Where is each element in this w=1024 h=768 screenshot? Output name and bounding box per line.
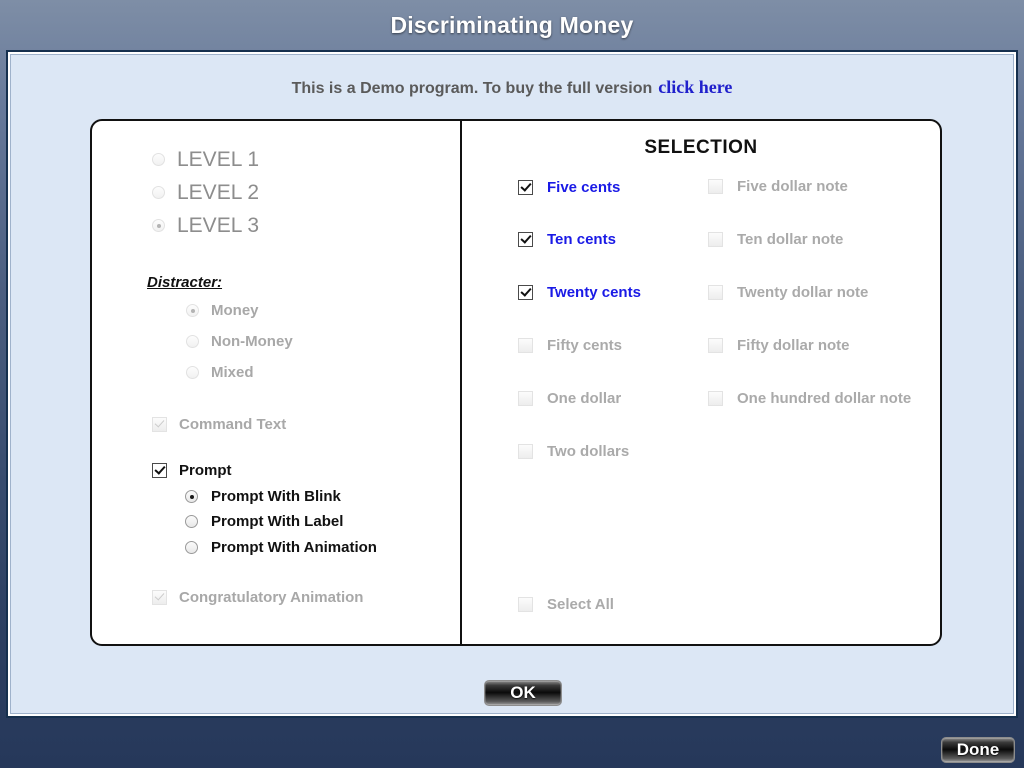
- selection-title: SELECTION: [644, 137, 758, 158]
- congratulatory-animation-checkbox[interactable]: [152, 590, 167, 605]
- panel-right-column: SELECTION Five cents Ten cents Twenty ce…: [462, 121, 940, 644]
- select-all-option[interactable]: Select All: [518, 597, 614, 612]
- demo-banner-text: This is a Demo program. To buy the full …: [291, 80, 653, 97]
- distracter-mixed-radio[interactable]: [186, 366, 199, 379]
- five-cents-option[interactable]: Five cents: [518, 180, 620, 195]
- prompt-checkbox[interactable]: [152, 463, 167, 478]
- distracter-money-option[interactable]: Money: [186, 303, 259, 318]
- distracter-non-money-label: Non-Money: [211, 333, 293, 350]
- buy-full-version-link[interactable]: click here: [658, 77, 732, 97]
- two-dollars-option[interactable]: Two dollars: [518, 444, 629, 459]
- distracter-non-money-radio[interactable]: [186, 335, 199, 348]
- prompt-with-animation-option[interactable]: Prompt With Animation: [185, 540, 377, 555]
- level-2-option[interactable]: LEVEL 2: [152, 182, 259, 203]
- command-text-option[interactable]: Command Text: [152, 417, 286, 432]
- command-text-checkbox[interactable]: [152, 417, 167, 432]
- ten-cents-checkbox[interactable]: [518, 232, 533, 247]
- title-bar: Discriminating Money: [0, 0, 1024, 50]
- command-text-label: Command Text: [179, 416, 287, 433]
- distracter-money-radio[interactable]: [186, 304, 199, 317]
- congratulatory-animation-label: Congratulatory Animation: [179, 589, 364, 606]
- five-cents-checkbox[interactable]: [518, 180, 533, 195]
- distracter-mixed-option[interactable]: Mixed: [186, 365, 254, 380]
- select-all-label: Select All: [547, 596, 614, 613]
- twenty-cents-label: Twenty cents: [547, 284, 641, 301]
- one-hundred-dollar-note-label: One hundred dollar note: [737, 390, 912, 407]
- prompt-with-blink-option[interactable]: Prompt With Blink: [185, 489, 341, 504]
- five-dollar-note-option[interactable]: Five dollar note: [708, 179, 848, 194]
- panel-left-column: LEVEL 1 LEVEL 2 LEVEL 3 Distracter: Mone…: [92, 121, 462, 644]
- two-dollars-label: Two dollars: [547, 443, 630, 460]
- five-cents-label: Five cents: [547, 179, 621, 196]
- prompt-with-label-label: Prompt With Label: [211, 513, 344, 530]
- level-3-label: LEVEL 3: [177, 214, 260, 237]
- twenty-dollar-note-option[interactable]: Twenty dollar note: [708, 285, 868, 300]
- prompt-with-label-radio[interactable]: [185, 515, 198, 528]
- application-window: Discriminating Money This is a Demo prog…: [0, 0, 1024, 768]
- five-dollar-note-checkbox[interactable]: [708, 179, 723, 194]
- prompt-option[interactable]: Prompt: [152, 463, 232, 478]
- one-dollar-label: One dollar: [547, 390, 622, 407]
- prompt-with-label-option[interactable]: Prompt With Label: [185, 514, 343, 529]
- ten-dollar-note-checkbox[interactable]: [708, 232, 723, 247]
- ten-cents-label: Ten cents: [547, 231, 616, 248]
- fifty-cents-label: Fifty cents: [547, 337, 623, 354]
- twenty-cents-option[interactable]: Twenty cents: [518, 285, 641, 300]
- level-3-radio[interactable]: [152, 219, 165, 232]
- distracter-heading: Distracter:: [147, 274, 223, 291]
- fifty-cents-checkbox[interactable]: [518, 338, 533, 353]
- two-dollars-checkbox[interactable]: [518, 444, 533, 459]
- distracter-mixed-label: Mixed: [211, 364, 254, 381]
- level-2-label: LEVEL 2: [177, 181, 260, 204]
- level-1-label: LEVEL 1: [177, 148, 260, 171]
- content-area: This is a Demo program. To buy the full …: [10, 54, 1014, 714]
- prompt-label: Prompt: [179, 462, 232, 479]
- demo-banner: This is a Demo program. To buy the full …: [11, 77, 1013, 98]
- fifty-dollar-note-option[interactable]: Fifty dollar note: [708, 338, 850, 353]
- one-hundred-dollar-note-option[interactable]: One hundred dollar note: [708, 391, 911, 406]
- one-hundred-dollar-note-checkbox[interactable]: [708, 391, 723, 406]
- fifty-dollar-note-label: Fifty dollar note: [737, 337, 850, 354]
- distracter-money-label: Money: [211, 302, 259, 319]
- twenty-dollar-note-label: Twenty dollar note: [737, 284, 869, 301]
- ten-cents-option[interactable]: Ten cents: [518, 232, 616, 247]
- prompt-with-blink-label: Prompt With Blink: [211, 488, 341, 505]
- done-button[interactable]: Done: [941, 737, 1015, 763]
- twenty-dollar-note-checkbox[interactable]: [708, 285, 723, 300]
- distracter-non-money-option[interactable]: Non-Money: [186, 334, 293, 349]
- prompt-with-blink-radio[interactable]: [185, 490, 198, 503]
- twenty-cents-checkbox[interactable]: [518, 285, 533, 300]
- level-3-option[interactable]: LEVEL 3: [152, 215, 259, 236]
- congratulatory-animation-option[interactable]: Congratulatory Animation: [152, 590, 363, 605]
- content-frame: This is a Demo program. To buy the full …: [6, 50, 1018, 718]
- prompt-with-animation-label: Prompt With Animation: [211, 539, 377, 556]
- level-1-option[interactable]: LEVEL 1: [152, 149, 259, 170]
- ten-dollar-note-label: Ten dollar note: [737, 231, 844, 248]
- window-title: Discriminating Money: [390, 11, 634, 38]
- fifty-cents-option[interactable]: Fifty cents: [518, 338, 622, 353]
- fifty-dollar-note-checkbox[interactable]: [708, 338, 723, 353]
- select-all-checkbox[interactable]: [518, 597, 533, 612]
- level-2-radio[interactable]: [152, 186, 165, 199]
- ten-dollar-note-option[interactable]: Ten dollar note: [708, 232, 843, 247]
- ok-button[interactable]: OK: [484, 680, 562, 706]
- five-dollar-note-label: Five dollar note: [737, 178, 848, 195]
- level-1-radio[interactable]: [152, 153, 165, 166]
- prompt-with-animation-radio[interactable]: [185, 541, 198, 554]
- one-dollar-option[interactable]: One dollar: [518, 391, 621, 406]
- one-dollar-checkbox[interactable]: [518, 391, 533, 406]
- settings-panel: LEVEL 1 LEVEL 2 LEVEL 3 Distracter: Mone…: [90, 119, 942, 646]
